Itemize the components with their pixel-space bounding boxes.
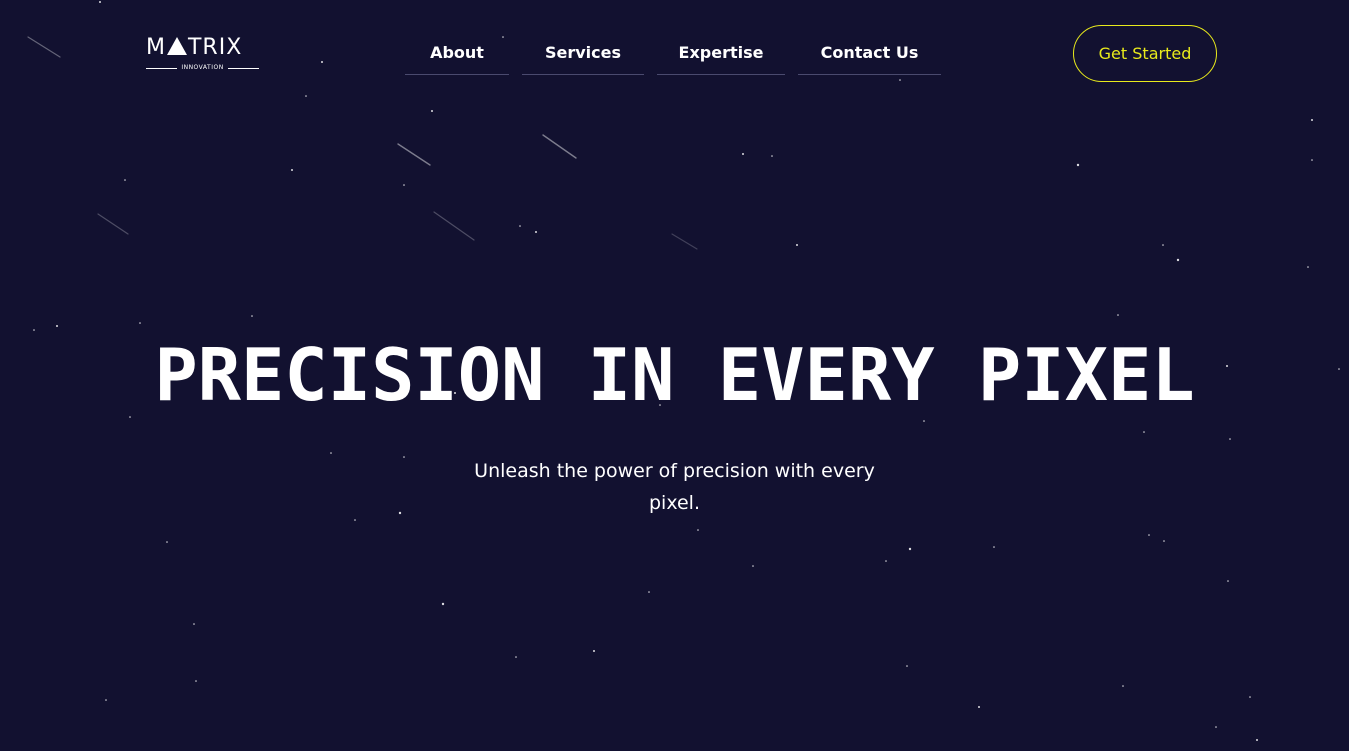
get-started-button[interactable]: Get Started (1073, 25, 1217, 82)
logo-text-left: M (146, 35, 166, 60)
logo-divider-left (146, 67, 178, 69)
site-header: M TRIX INNOVATION About Services Expertis… (0, 0, 1349, 110)
logo-text-right: TRIX (187, 35, 243, 60)
nav-item-about[interactable]: About (405, 31, 509, 75)
logo-divider-right (227, 67, 259, 69)
triangle-icon (166, 37, 187, 55)
logo-subtitle: INNOVATION (181, 64, 224, 71)
logo-wordmark: M TRIX (146, 36, 242, 60)
brand-logo[interactable]: M TRIX INNOVATION (146, 36, 260, 72)
logo-subtitle-row: INNOVATION (146, 63, 259, 73)
hero-title: PRECISION IN EVERY PIXEL (154, 333, 1195, 417)
nav-item-contact-us[interactable]: Contact Us (798, 31, 941, 75)
hero-subtitle: Unleash the power of precision with ever… (474, 460, 875, 514)
nav-item-services[interactable]: Services (522, 31, 644, 75)
nav-item-expertise[interactable]: Expertise (657, 31, 785, 75)
main-nav: About Services Expertise Contact Us (405, 31, 941, 76)
